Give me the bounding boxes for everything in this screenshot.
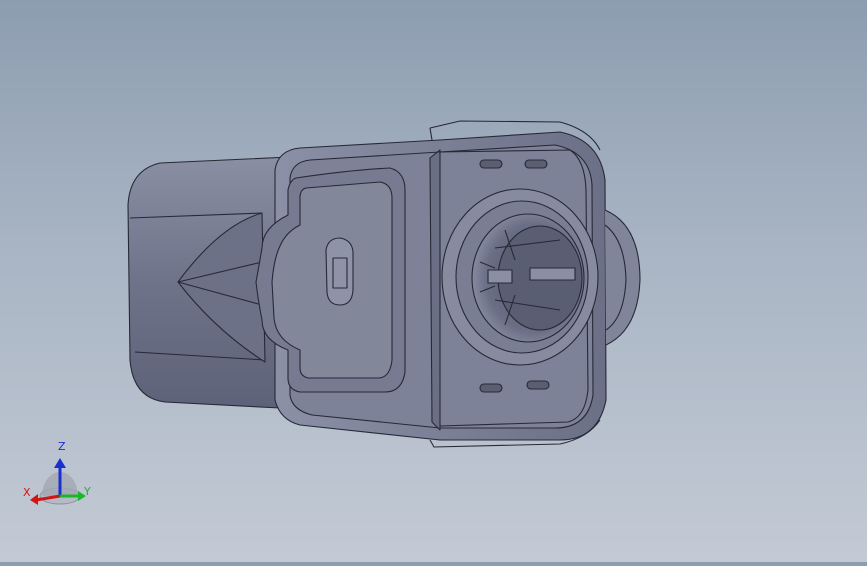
graphics-viewport[interactable]: Z X Y: [0, 0, 867, 562]
slot-top-left: [479, 159, 503, 169]
latch-button: [325, 237, 354, 306]
connector-housing-model[interactable]: [0, 0, 867, 562]
x-arrow-icon: [30, 494, 38, 505]
triad-y-label: Y: [84, 485, 91, 498]
triad-z-label: Z: [58, 440, 66, 453]
slot-bottom-left: [479, 383, 503, 393]
triad-x-label: X: [23, 486, 31, 499]
slot-bottom-right: [526, 380, 550, 390]
orientation-triad[interactable]: Z X Y: [18, 438, 98, 510]
z-arrow-icon: [54, 458, 66, 468]
slot-top-right: [524, 159, 548, 169]
